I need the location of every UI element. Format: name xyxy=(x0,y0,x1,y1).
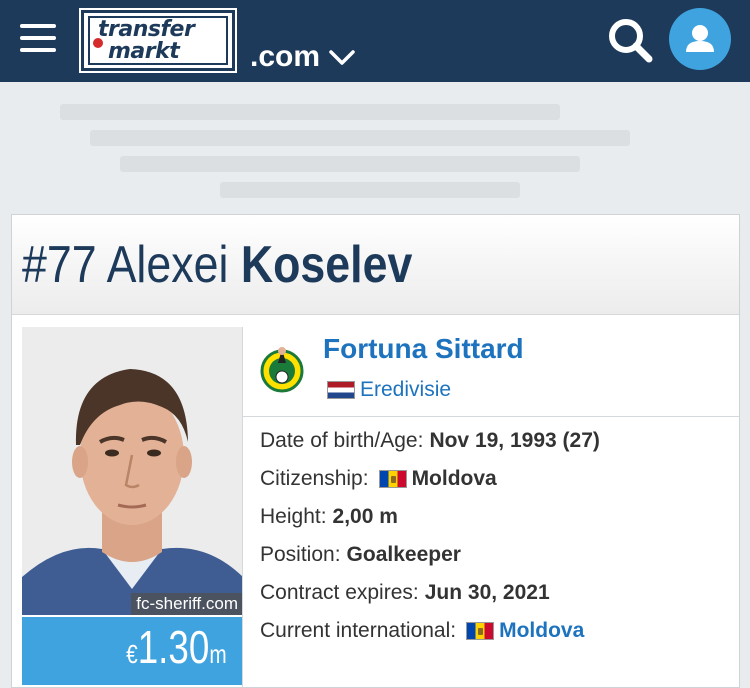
moldova-flag-icon xyxy=(466,622,495,640)
club-crest-icon[interactable] xyxy=(260,341,304,395)
market-value-box[interactable]: €1.30m xyxy=(22,617,243,685)
moldova-flag-icon xyxy=(378,470,407,488)
info-value: Nov 19, 1993 (27) xyxy=(429,429,600,452)
domain-selector-label[interactable]: .com xyxy=(250,40,320,74)
info-row-citizenship: Citizenship: Moldova xyxy=(260,467,497,491)
section-divider xyxy=(243,416,739,417)
photo-credit: fc-sheriff.com xyxy=(131,593,243,615)
shirt-number: #77 xyxy=(22,236,97,294)
info-label: Height: xyxy=(260,505,327,528)
player-profile-card: #77 Alexei Koselev fc-sheriff.com €1.30m… xyxy=(11,214,740,688)
info-label: Current international: xyxy=(260,619,457,642)
info-value: 2,00 m xyxy=(332,505,398,528)
menu-icon[interactable] xyxy=(20,24,56,54)
top-navigation-bar: transfer markt .com xyxy=(0,0,750,82)
market-value-unit: m xyxy=(209,639,227,669)
market-value: €1.30m xyxy=(126,622,227,679)
info-label: Contract expires: xyxy=(260,581,419,604)
club-name-link[interactable]: Fortuna Sittard xyxy=(323,333,524,365)
info-row-height: Height: 2,00 m xyxy=(260,505,398,529)
column-divider xyxy=(242,327,243,687)
netherlands-flag-icon xyxy=(327,381,355,399)
info-label: Date of birth/Age: xyxy=(260,429,424,452)
league-name: Eredivisie xyxy=(360,378,452,401)
search-icon[interactable] xyxy=(604,14,656,66)
info-value: Jun 30, 2021 xyxy=(424,581,550,604)
info-row-contract-expires: Contract expires: Jun 30, 2021 xyxy=(260,581,550,605)
advertisement-area xyxy=(0,82,750,210)
info-value: Goalkeeper xyxy=(346,543,461,566)
info-row-position: Position: Goalkeeper xyxy=(260,543,461,567)
user-icon xyxy=(686,25,714,52)
logo-ball-icon xyxy=(93,38,103,48)
info-row-current-international: Current international: Moldova xyxy=(260,619,584,643)
market-value-amount: 1.30 xyxy=(138,621,210,673)
user-account-button[interactable] xyxy=(669,8,731,70)
market-value-currency: € xyxy=(126,639,139,669)
player-header: #77 Alexei Koselev xyxy=(12,215,739,315)
national-team-link[interactable]: Moldova xyxy=(499,619,584,643)
logo-text-bottom: markt xyxy=(108,39,180,64)
player-name-heading: #77 Alexei Koselev xyxy=(22,235,412,295)
transfermarkt-logo[interactable]: transfer markt xyxy=(79,8,237,73)
chevron-down-icon[interactable] xyxy=(328,44,356,70)
info-label: Position: xyxy=(260,543,341,566)
player-last-name: Koselev xyxy=(240,236,413,294)
info-label: Citizenship: xyxy=(260,467,369,490)
player-first-name: Alexei xyxy=(106,236,229,294)
league-link[interactable]: Eredivisie xyxy=(327,378,451,402)
player-portrait-image xyxy=(22,327,243,615)
player-photo[interactable]: fc-sheriff.com xyxy=(22,327,243,615)
info-value: Moldova xyxy=(411,467,497,490)
info-row-date-of-birth: Date of birth/Age: Nov 19, 1993 (27) xyxy=(260,429,600,453)
